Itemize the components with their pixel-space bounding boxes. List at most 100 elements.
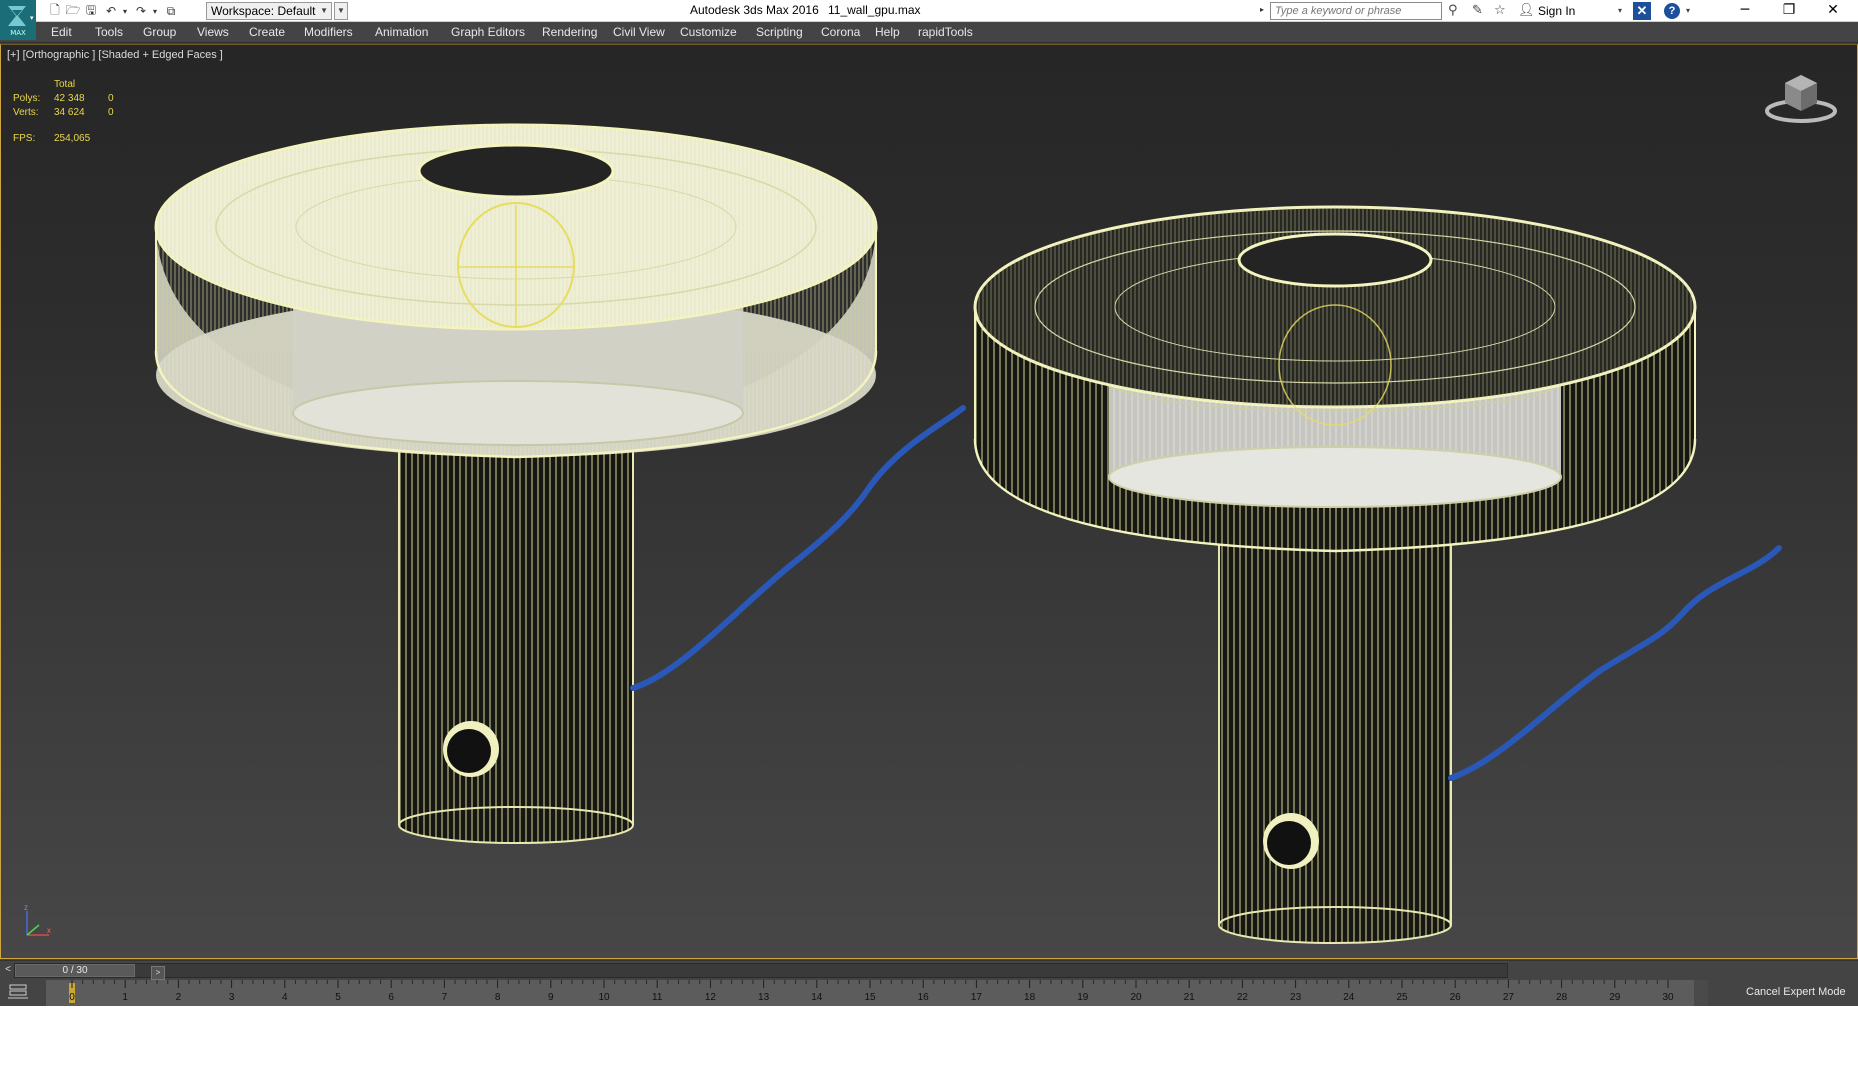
max-application-button[interactable]: MAX ▾ [0,0,36,40]
mini-curve-editor-icon[interactable] [6,982,36,1002]
frame-tick-label: 9 [548,992,554,1003]
frame-tick-label: 30 [1662,992,1674,1003]
chevron-down-icon[interactable]: ▾ [1686,6,1690,15]
frame-tick-label: 4 [282,992,288,1003]
chevron-down-icon: ▼ [320,6,328,15]
frame-tick-label: 0 [69,992,75,1003]
restore-button[interactable]: ❐ [1766,0,1812,22]
axis-z-label: z [24,903,28,912]
menu-scripting[interactable]: Scripting [756,25,803,39]
communication-center-icon[interactable]: ✎ [1472,3,1483,18]
max-logo-icon [8,6,26,26]
frame-tick-label: 14 [811,992,823,1003]
menu-tools[interactable]: Tools [95,25,123,39]
search-placeholder: Type a keyword or phrase [1275,5,1402,17]
frame-tick-label: 8 [495,992,501,1003]
sign-in-link[interactable]: Sign In [1538,4,1575,18]
open-file-icon[interactable]: 🗁 [64,3,82,19]
workspace-label: Workspace: Default [211,4,316,18]
time-slider-track[interactable]: 0 / 30 > [14,963,1508,980]
time-slider-thumb[interactable]: 0 / 30 [15,964,135,977]
frame-tick-label: 26 [1450,992,1462,1003]
frame-tick-label: 23 [1290,992,1302,1003]
search-input[interactable]: Type a keyword or phrase [1270,2,1442,20]
exchange-apps-icon[interactable]: ✕ [1633,2,1651,20]
stats-verts-label: Verts: [13,107,39,118]
menu-edit[interactable]: Edit [51,25,72,39]
menu-civil-view[interactable]: Civil View [613,25,665,39]
frame-tick-label: 7 [442,992,448,1003]
quick-access-customize-button[interactable]: ▼ [334,2,348,20]
favorites-star-icon[interactable]: ☆ [1494,3,1506,18]
search-expand-icon[interactable]: ▸ [1260,5,1264,14]
frame-tick-label: 1 [122,992,128,1003]
binoculars-icon[interactable]: ⚲ [1448,3,1458,18]
lamp-right[interactable] [973,205,1782,944]
menu-modifiers[interactable]: Modifiers [304,25,353,39]
lamp-right-shade [973,205,1697,553]
minimize-button[interactable]: ─ [1722,0,1768,22]
frame-tick-label: 27 [1503,992,1515,1003]
viewcube-icon[interactable] [1763,69,1839,125]
lamp-left-stem [398,445,634,844]
frame-tick-label: 28 [1556,992,1568,1003]
lamp-right-cable [1448,545,1782,781]
frame-tick-label: 19 [1077,992,1089,1003]
track-bar[interactable]: 0 1 2 3 4 5 6 7 8 9 10 11 12 13 14 15 16 17 18 19 20 21 22 23 24… [0,980,1858,1006]
frame-tick-label: 20 [1130,992,1142,1003]
lamp-left-shade [154,123,878,459]
frame-tick-label: 11 [652,992,663,1003]
track-bar-end [1694,980,1708,1006]
new-file-icon[interactable]: 🗋 [46,3,64,19]
lamp-left[interactable] [154,123,966,844]
stats-polys-total: 42 348 [54,93,85,104]
frame-tick-label: 2 [176,992,182,1003]
save-file-icon[interactable]: 🖫 [82,3,100,19]
menu-help[interactable]: Help [875,25,900,39]
frame-tick-label: 17 [971,992,983,1003]
frame-ruler: 0 1 2 3 4 5 6 7 8 9 10 11 12 13 14 15 16 17 18 19 20 21 22 23 24… [69,980,1674,1003]
menu-create[interactable]: Create [249,25,285,39]
cancel-expert-mode-button[interactable]: Cancel Expert Mode [1746,986,1846,998]
file-name: 11_wall_gpu.max [828,3,921,17]
stats-total-label: Total [54,79,76,90]
project-folder-icon[interactable]: ⧉ [162,3,180,19]
stats-polys-label: Polys: [13,93,41,104]
axis-x-label: x [47,926,51,935]
frame-tick-label: 6 [388,992,394,1003]
menu-group[interactable]: Group [143,25,176,39]
menu-rapidtools[interactable]: rapidTools [918,25,973,39]
menu-corona[interactable]: Corona [821,25,860,39]
menu-customize[interactable]: Customize [680,25,737,39]
menu-rendering[interactable]: Rendering [542,25,597,39]
user-icon[interactable]: 👤︎ [1518,3,1535,18]
frame-tick-label: 22 [1237,992,1249,1003]
empty-area [0,1006,1858,1080]
time-slider-prev-button[interactable]: < [2,963,14,977]
frame-tick-label: 12 [705,992,717,1003]
stats-fps-value: 254,065 [54,133,91,144]
menu-graph-editors[interactable]: Graph Editors [451,25,525,39]
viewport-orthographic[interactable]: [+] [Orthographic ] [Shaded + Edged Face… [0,44,1858,959]
help-icon[interactable]: ? [1664,3,1680,19]
time-slider[interactable]: < 0 / 30 > [0,960,1858,980]
scene-canvas[interactable] [1,45,1857,958]
frame-tick-label: 16 [918,992,930,1003]
menu-animation[interactable]: Animation [375,25,428,39]
frame-tick-label: 15 [864,992,876,1003]
time-slider-next-button[interactable]: > [151,966,165,980]
track-bar-ruler[interactable]: 0 1 2 3 4 5 6 7 8 9 10 11 12 13 14 15 16 17 18 19 20 21 22 23 24… [46,980,1694,1006]
close-button[interactable]: ✕ [1810,0,1856,22]
frame-tick-label: 13 [758,992,770,1003]
frame-tick-label: 25 [1396,992,1408,1003]
workspace-dropdown[interactable]: Workspace: Default ▼ [206,2,332,20]
menu-views[interactable]: Views [197,25,229,39]
viewport-label-menu[interactable]: [+] [Orthographic ] [Shaded + Edged Face… [7,49,223,61]
frame-tick-label: 5 [335,992,341,1003]
chevron-down-icon[interactable]: ▾ [1618,6,1622,15]
stats-verts-total: 34 624 [54,107,85,118]
frame-tick-label: 21 [1184,992,1196,1003]
app-title: Autodesk 3ds Max 2016 [690,3,819,17]
lamp-left-cable [630,405,966,691]
stats-polys-selected: 0 [108,93,114,104]
